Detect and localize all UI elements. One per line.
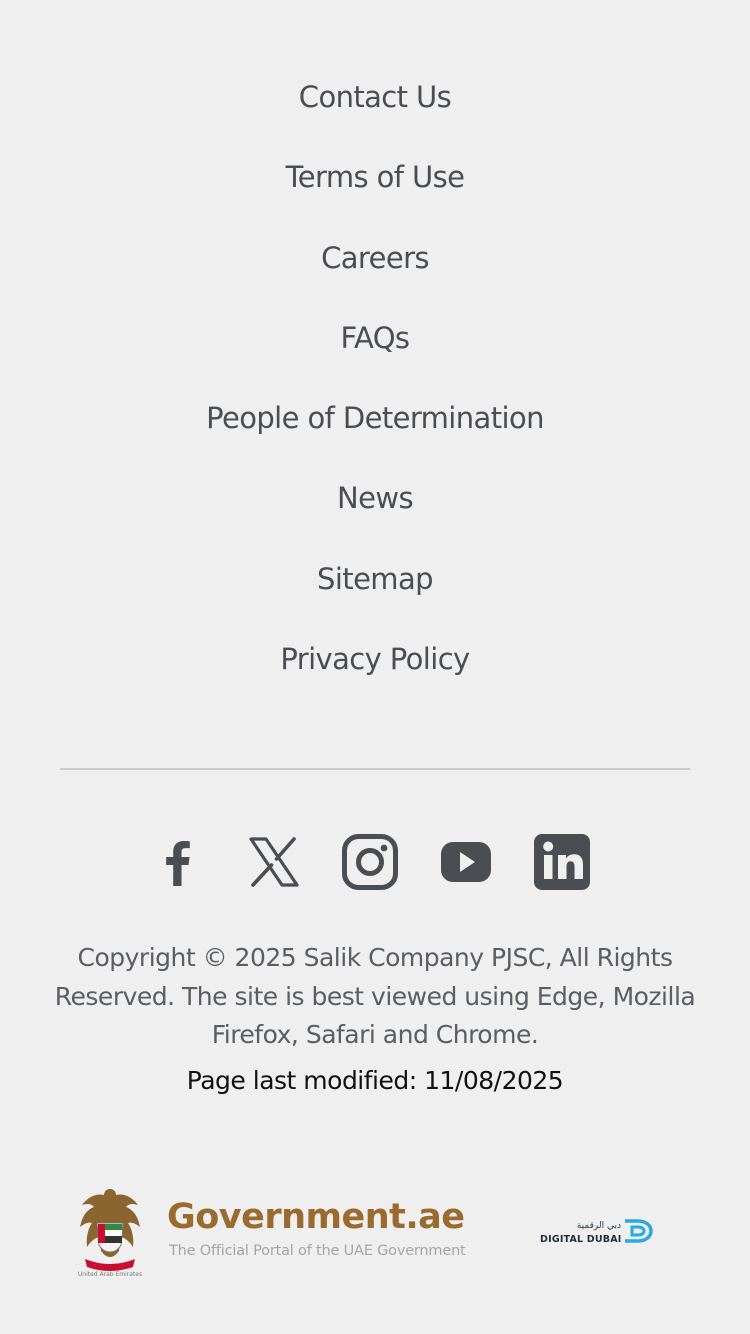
instagram-icon [342,834,398,890]
youtube-link[interactable] [436,832,496,892]
instagram-link[interactable] [340,832,400,892]
government-ae-subtitle: The Official Portal of the UAE Governmen… [169,1243,466,1259]
digital-dubai-arabic: دبي الرقمية [576,1221,621,1231]
footer-link-item: Sitemap [0,539,750,619]
footer-link-item: Careers [0,218,750,298]
x-icon [249,837,299,887]
privacy-policy-link[interactable]: Privacy Policy [280,642,470,676]
digital-dubai-logo[interactable]: دبي الرقمية DIGITAL DUBAI [538,1212,663,1252]
last-modified-text: Page last modified: 11/08/2025 [186,1066,564,1095]
linkedin-icon [534,834,590,890]
footer-link-item: News [0,458,750,538]
people-of-determination-link[interactable]: People of Determination [206,401,544,435]
emblem-caption: United Arab Emirates [77,1271,143,1278]
facebook-link[interactable] [149,832,209,892]
government-ae-logo[interactable]: United Arab Emirates Government.ae The O… [75,1183,466,1283]
faqs-link[interactable]: FAQs [341,321,410,355]
footer-link-item: Contact Us [0,57,750,137]
copyright-text: Copyright © 2025 Salik Company PJSC, All… [54,943,696,1049]
footer-link-item: FAQs [0,298,750,378]
footer-divider [60,768,690,770]
footer-link-item: People of Determination [0,378,750,458]
digital-dubai-mark-icon [622,1216,660,1246]
footer-link-item: Privacy Policy [0,619,750,699]
footer-link-item: Terms of Use [0,137,750,217]
uae-emblem-icon [75,1183,145,1283]
social-links [0,832,750,892]
government-ae-title: Government.ae [167,1197,465,1237]
terms-of-use-link[interactable]: Terms of Use [286,160,465,194]
contact-us-link[interactable]: Contact Us [299,80,452,114]
linkedin-link[interactable] [532,832,592,892]
facebook-icon [166,841,190,886]
sitemap-link[interactable]: Sitemap [317,562,434,596]
careers-link[interactable]: Careers [321,241,429,275]
youtube-icon [441,842,491,882]
x-link[interactable] [244,832,304,892]
digital-dubai-label: DIGITAL DUBAI [540,1234,622,1245]
footer-links: Contact Us Terms of Use Careers FAQs Peo… [0,57,750,699]
news-link[interactable]: News [337,481,414,515]
